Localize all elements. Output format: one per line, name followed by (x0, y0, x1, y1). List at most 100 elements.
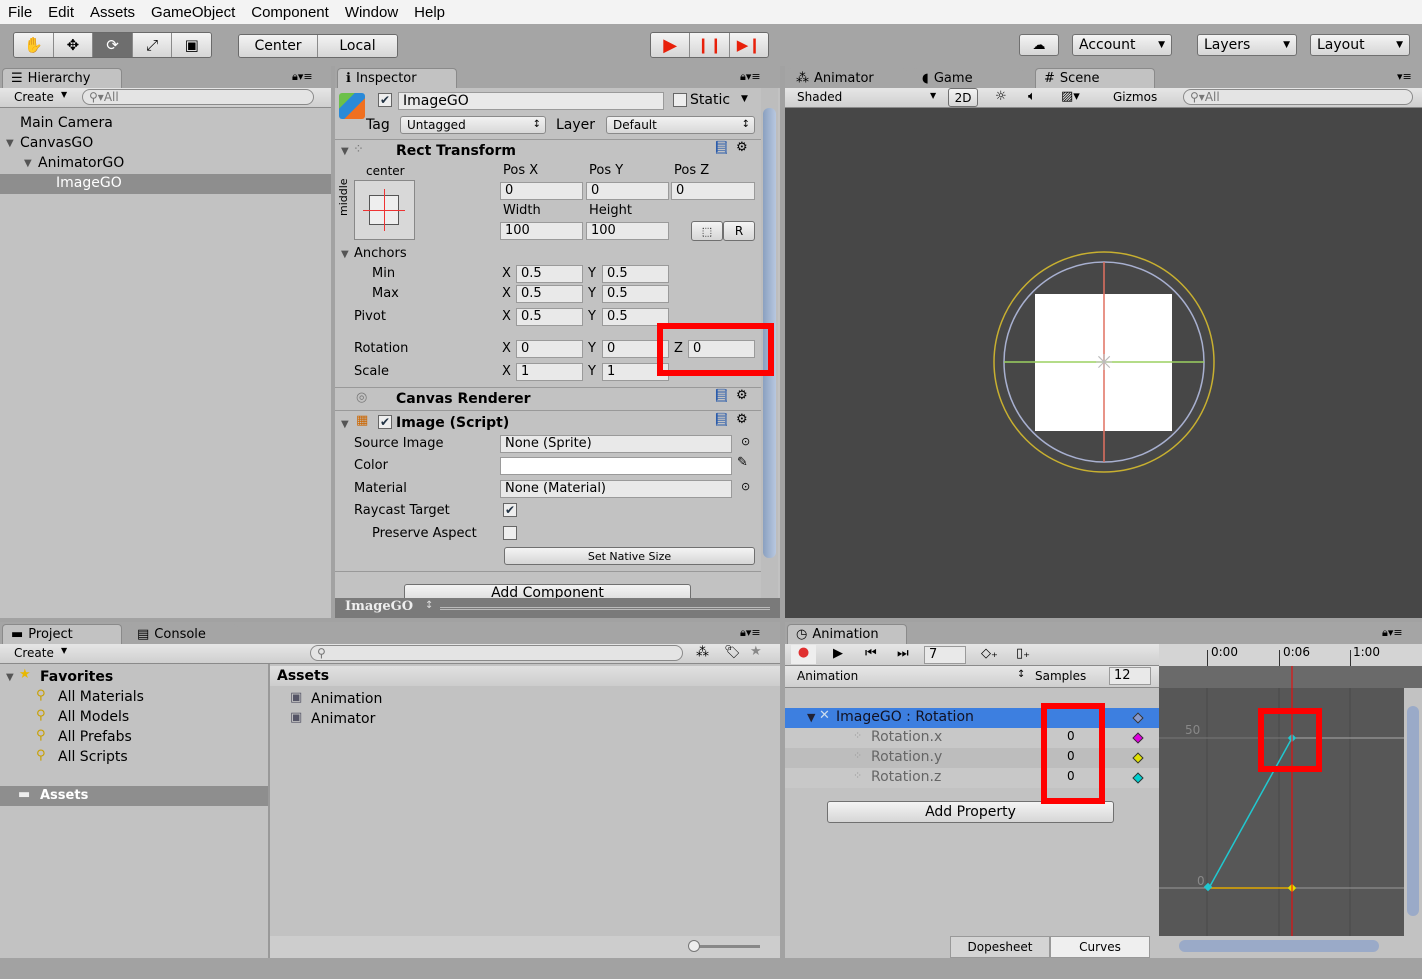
local-button[interactable]: Local (318, 35, 397, 57)
curve-rotation-z[interactable] (1208, 737, 1293, 889)
dopesheet-tab[interactable]: Dopesheet (950, 936, 1050, 958)
gear-icon[interactable]: ⚙ (736, 388, 748, 403)
curves-tab[interactable]: Curves (1050, 936, 1150, 958)
anchor-presets-button[interactable] (354, 180, 415, 240)
help-icon[interactable]: 📘︎ (713, 413, 730, 428)
tab-scene[interactable]: # Scene (1035, 68, 1155, 88)
menu-window[interactable]: Window (337, 4, 406, 21)
tab-console[interactable]: ▤ Console (128, 624, 238, 644)
tab-project[interactable]: ▬ Project (2, 624, 122, 644)
blueprint-mode-button[interactable]: ⬚ (691, 221, 723, 241)
preview-bar[interactable]: ImageGO ↕ (335, 598, 780, 618)
scene-search[interactable]: ⚲▾All (1183, 89, 1413, 105)
panel-menu-icon[interactable]: ▾≡ (1397, 70, 1412, 83)
audio-icon[interactable]: 🔈︎ (1028, 89, 1036, 104)
scx-field[interactable]: 1 (516, 363, 583, 381)
favorite-item[interactable]: ⚲ All Models (0, 708, 268, 728)
lock-icon[interactable]: 🔒︎▾≡ (740, 626, 761, 640)
tab-game[interactable]: ◖ Game (913, 68, 1023, 88)
add-keyframe-button[interactable]: ◇₊ (981, 646, 998, 661)
expand-arrow-icon[interactable]: ▼ (24, 158, 32, 169)
maxy-field[interactable]: 0.5 (602, 285, 669, 303)
prev-keyframe-button[interactable]: ⏮︎ (865, 646, 877, 661)
menu-file[interactable]: File (0, 4, 40, 21)
gear-icon[interactable]: ⚙ (736, 140, 748, 155)
account-dropdown[interactable]: Account ▼ (1072, 34, 1172, 56)
gear-icon[interactable]: ⚙ (736, 412, 748, 427)
collapse-icon[interactable]: ▼ (341, 249, 349, 260)
hierarchy-item[interactable]: ▼ AnimatorGO (0, 154, 331, 174)
play-button[interactable]: ▶ (833, 646, 843, 661)
shading-dropdown[interactable]: Shaded (797, 90, 842, 104)
static-dropdown-icon[interactable]: ▼ (741, 94, 748, 104)
clip-dropdown[interactable]: Animation (797, 669, 858, 683)
step-icon[interactable]: ▶❙ (729, 33, 768, 57)
hierarchy-search[interactable]: ⚲▾All (82, 89, 314, 105)
static-checkbox[interactable] (673, 93, 687, 107)
active-checkbox[interactable]: ✔ (378, 93, 392, 107)
minx-field[interactable]: 0.5 (516, 265, 583, 283)
menu-assets[interactable]: Assets (82, 4, 143, 21)
star-icon[interactable]: ★ (750, 644, 762, 659)
expand-arrow-icon[interactable]: ▼ (807, 711, 815, 724)
material-field[interactable]: None (Material) (500, 480, 732, 498)
layout-dropdown[interactable]: Layout ▼ (1310, 34, 1410, 56)
curve-editor[interactable]: 50 0 (1159, 666, 1422, 958)
assets-folder-item[interactable]: ▬ Assets (0, 786, 268, 806)
help-icon[interactable]: 📘︎ (713, 389, 730, 404)
asset-item[interactable]: ▣ Animator (270, 710, 570, 730)
collapse-icon[interactable]: ▼ (6, 672, 14, 683)
width-field[interactable]: 100 (500, 222, 583, 240)
eyedropper-icon[interactable]: ✎ (737, 455, 748, 470)
hierarchy-item[interactable]: Main Camera (0, 114, 331, 134)
menu-help[interactable]: Help (406, 4, 453, 21)
pivx-field[interactable]: 0.5 (516, 308, 583, 326)
gameobject-icon[interactable] (339, 93, 365, 119)
layer-dropdown[interactable]: Default (606, 116, 755, 134)
play-icon[interactable]: ▶ (651, 33, 691, 57)
preserve-aspect-checkbox[interactable] (503, 526, 517, 540)
help-icon[interactable]: 📘︎ (713, 141, 730, 156)
maxx-field[interactable]: 0.5 (516, 285, 583, 303)
favorite-item[interactable]: ⚲ All Materials (0, 688, 268, 708)
object-picker-icon[interactable]: ⊙ (741, 435, 750, 448)
miny-field[interactable]: 0.5 (602, 265, 669, 283)
tab-hierarchy[interactable]: ☰ Hierarchy (2, 68, 122, 88)
next-keyframe-button[interactable]: ⏭︎ (897, 646, 909, 661)
lock-icon[interactable]: 🔒︎▾≡ (292, 70, 313, 84)
pos-z-field[interactable]: 0 (671, 182, 755, 200)
name-field[interactable]: ImageGO (398, 92, 664, 110)
pos-y-field[interactable]: 0 (586, 182, 669, 200)
pause-icon[interactable]: ❙❙ (690, 33, 730, 57)
tag-dropdown[interactable]: Untagged (400, 116, 546, 134)
center-button[interactable]: Center (239, 35, 318, 57)
icon-size-slider[interactable] (688, 940, 700, 952)
favorite-item[interactable]: ⚲ All Scripts (0, 748, 268, 768)
move-icon[interactable]: ✥ (53, 33, 94, 57)
keyframe-diamond-icon[interactable] (1132, 712, 1144, 724)
gizmos-dropdown[interactable]: Gizmos (1113, 90, 1157, 104)
lock-icon[interactable]: 🔒︎▾≡ (740, 70, 761, 84)
asset-item[interactable]: ▣ Animation (270, 690, 570, 710)
expand-arrow-icon[interactable]: ▼ (6, 138, 14, 149)
menu-gameobject[interactable]: GameObject (143, 4, 243, 21)
tab-animator[interactable]: ⁂ Animator (787, 68, 907, 88)
raycast-checkbox[interactable]: ✔ (503, 503, 517, 517)
create-dropdown[interactable]: Create (14, 90, 54, 104)
menu-edit[interactable]: Edit (40, 4, 82, 21)
frame-field[interactable]: 7 (924, 646, 966, 664)
time-ruler[interactable]: 0:00 0:06 1:00 (1159, 644, 1422, 666)
rect-icon[interactable]: ▣ (172, 33, 211, 57)
create-dropdown[interactable]: Create (14, 646, 54, 660)
tab-animation[interactable]: ◷ Animation (787, 624, 907, 644)
project-search[interactable]: ⚲ (310, 645, 683, 661)
image-enabled-checkbox[interactable]: ✔ (378, 415, 392, 429)
hand-icon[interactable]: ✋ (14, 33, 54, 57)
scale-icon[interactable]: ⤢ (132, 33, 173, 57)
label-icon[interactable]: 🏷︎ (724, 645, 741, 660)
keyframe-diamond-icon[interactable] (1132, 752, 1144, 764)
filter-type-icon[interactable]: ⁂ (696, 645, 709, 660)
add-event-button[interactable]: ▯₊ (1016, 646, 1030, 661)
cloud-button[interactable]: ☁ (1019, 34, 1059, 56)
source-image-field[interactable]: None (Sprite) (500, 435, 732, 453)
